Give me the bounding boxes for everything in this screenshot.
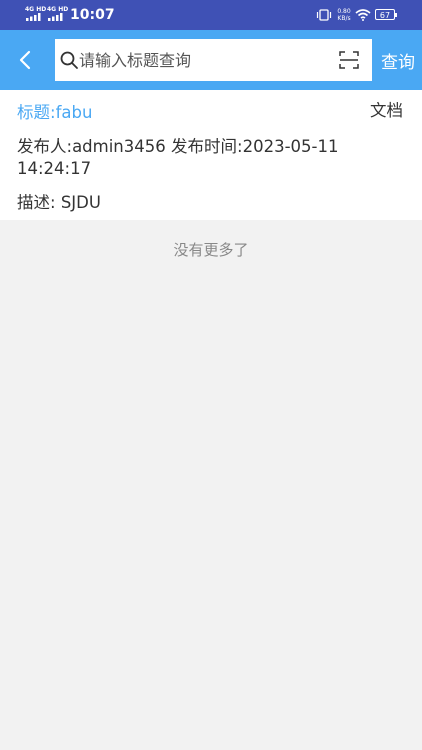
scan-icon[interactable] [339,50,359,70]
signal-icon: 4G HD [47,7,69,23]
status-bar: 4G HD 4G HD 10:07 0.80 KB/s 67 [0,0,422,30]
signal-icon: 4G HD [25,7,47,23]
result-description: 描述: SJDU [17,193,101,212]
search-box [55,39,372,81]
battery-icon: 67 [375,9,397,20]
result-title: 标题:fabu [17,103,93,122]
query-button[interactable]: 查询 [381,52,415,74]
back-button[interactable] [10,45,40,75]
result-type-badge: 文档 [370,101,403,120]
net-speed: 0.80 KB/s [337,8,351,22]
clock: 10:07 [70,7,115,23]
result-meta: 发布人:admin3456 发布时间:2023-05-11 14:24:17 [17,137,339,178]
wifi-icon [355,9,371,21]
vibrate-icon [316,9,332,21]
no-more-text: 没有更多了 [173,241,249,259]
search-input[interactable] [79,39,329,81]
search-icon [60,51,78,69]
chevron-left-icon [19,50,31,70]
app-header: 查询 [0,30,422,90]
result-card[interactable]: 标题:fabu 文档 发布人:admin3456 发布时间:2023-05-11… [0,90,422,220]
